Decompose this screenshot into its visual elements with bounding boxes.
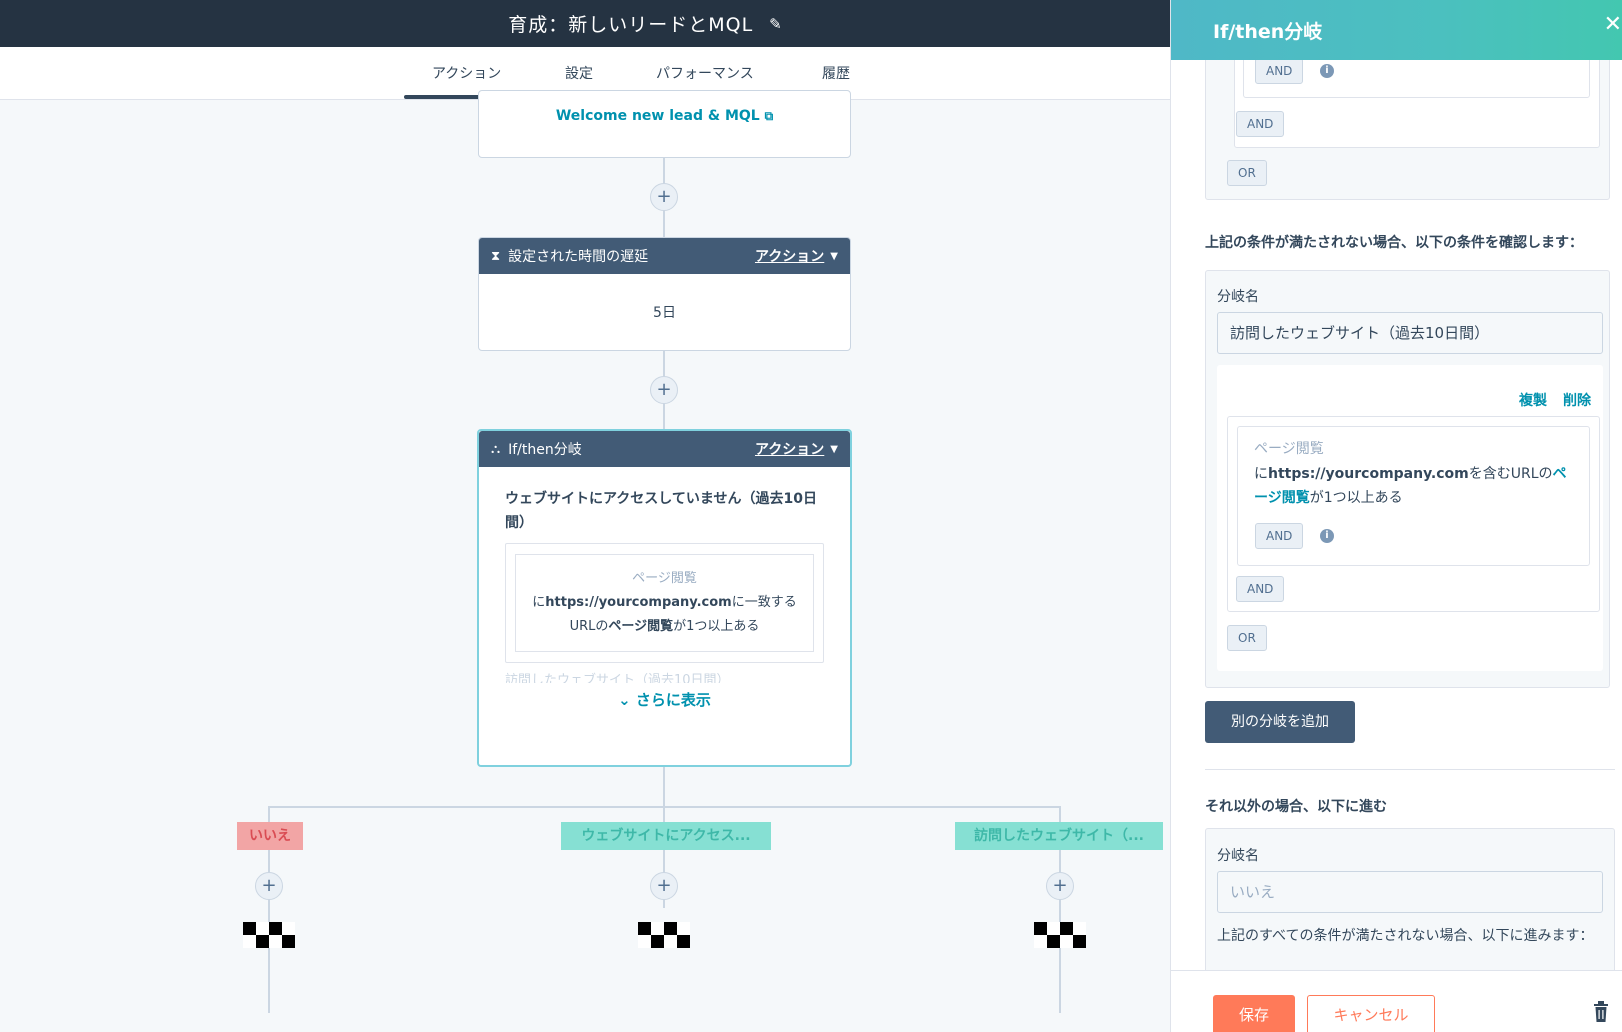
delete-link[interactable]: 削除 [1563,390,1591,410]
close-icon[interactable]: ✕ [1604,12,1622,37]
tab-actions[interactable]: アクション [432,63,501,83]
divider [1205,769,1615,770]
show-more-label[interactable]: さらに表示 [636,691,711,709]
add-action-button[interactable]: + [1046,872,1074,900]
info-icon[interactable]: i [1320,529,1334,543]
filter-description: にhttps://yourcompany.comを含むURLのページ閲覧が1つ以… [1254,462,1574,510]
delay-actions-menu[interactable]: アクション [755,246,824,266]
filter-description: にhttps://yourcompany.comに一致するURLのページ閲覧が1… [526,591,803,639]
send-email-card[interactable]: Welcome new lead & MQL ⧉ [478,90,851,158]
email-link[interactable]: Welcome new lead & MQL ⧉ [479,108,850,124]
filter-type: ページ閲覧 [632,571,697,586]
branch-actions-menu[interactable]: アクション [755,439,824,459]
caret-down-icon[interactable]: ▼ [830,444,838,455]
show-more-link[interactable]: ⌄ さらに表示 [505,689,824,710]
duplicate-link[interactable]: 複製 [1519,390,1547,410]
panel-footer: 保存 キャンセル [1171,970,1622,1032]
otherwise-heading: それ以外の場合、以下に進む [1205,799,1387,815]
tab-performance[interactable]: パフォーマンス [656,63,754,83]
branch-name-input[interactable]: 訪問したウェブサイト（過去10日間） [1217,312,1603,354]
branch-tag-no[interactable]: いいえ [237,822,303,850]
info-icon[interactable]: i [1320,64,1334,78]
caret-down-icon[interactable]: ▼ [830,251,838,262]
external-link-icon: ⧉ [764,109,774,123]
chevron-down-icon: ⌄ [618,691,631,709]
branch-icon: ⛬ [491,441,501,457]
filter-url: https://yourcompany.com [545,595,732,610]
branch-connector [268,806,1061,808]
filter-card: ページ閲覧 にhttps://yourcompany.comに一致するURLのペ… [515,554,814,652]
filter-mid: を含むURLの [1468,466,1553,482]
add-action-button[interactable]: + [255,872,283,900]
filter-prefix: に [532,595,546,610]
workflow-title[interactable]: 育成：新しいリードとMQL [508,10,753,37]
otherwise-note: 上記のすべての条件が満たされない場合、以下に進みます： [1217,928,1594,944]
ifthen-branch-card[interactable]: ⛬ If/then分岐 アクション ▼ ウェブサイトにアクセスしていません（過去… [477,429,852,767]
panel-scroll-area[interactable]: AND i AND OR 上記の条件が満たされない場合、以下の条件を確認します：… [1171,60,1622,970]
filter-group: ページ閲覧 にhttps://yourcompany.comに一致するURLのペ… [505,543,824,663]
and-button[interactable]: AND [1255,523,1304,549]
trash-icon[interactable] [1593,1001,1609,1023]
branch-tag-website-access[interactable]: ウェブサイトにアクセス... [561,822,771,850]
branch-condition-title: ウェブサイトにアクセスしていません（過去10日間） [505,491,817,531]
delay-card[interactable]: ⧗ 設定された時間の遅延 アクション ▼ 5日 [478,237,851,351]
filter-suffix: が1つ以上ある [1309,490,1403,506]
hourglass-icon: ⧗ [491,248,501,264]
end-flag-icon [243,922,295,948]
end-flag-icon [638,922,690,948]
delay-label: 設定された時間の遅延 [508,249,649,265]
filter-type: ページ閲覧 [1254,441,1324,457]
email-link-text[interactable]: Welcome new lead & MQL [556,108,760,124]
delay-card-header: ⧗ 設定された時間の遅延 アクション ▼ [479,238,850,274]
filter-suffix: が1つ以上ある [673,619,760,634]
tab-history[interactable]: 履歴 [822,63,850,83]
and-button[interactable]: AND [1236,576,1285,602]
panel-title: If/then分岐 [1213,20,1323,43]
cancel-button[interactable]: キャンセル [1307,995,1435,1032]
save-button[interactable]: 保存 [1213,995,1295,1032]
delay-value: 5日 [653,305,676,321]
otherwise-name-input[interactable]: いいえ [1217,871,1603,913]
workflow-canvas[interactable]: Welcome new lead & MQL ⧉ + ⧗ 設定された時間の遅延 … [0,90,1170,1032]
faded-next-branch: 訪問したウェブサイト（過去10日間） [505,673,730,683]
or-button[interactable]: OR [1227,625,1267,651]
add-action-button[interactable]: + [650,376,678,404]
pencil-icon[interactable]: ✎ [769,15,782,33]
filter-prefix: に [1254,466,1268,482]
filter-url: https://yourcompany.com [1268,466,1469,482]
and-button[interactable]: AND [1255,60,1304,84]
branch-label: If/then分岐 [508,442,582,458]
branch-tag-visited-website[interactable]: 訪問したウェブサイト（... [955,822,1163,850]
branch-name-label: 分岐名 [1217,289,1259,305]
branch-card-header: ⛬ If/then分岐 アクション ▼ [479,431,850,467]
otherwise-name-label: 分岐名 [1217,848,1259,864]
panel-header: If/then分岐 ✕ [1171,0,1622,60]
and-button[interactable]: AND [1236,111,1285,137]
end-flag-icon [1034,922,1086,948]
tab-settings[interactable]: 設定 [565,63,593,83]
or-button[interactable]: OR [1227,160,1267,186]
add-action-button[interactable]: + [650,872,678,900]
filter-bold: ページ閲覧 [608,619,674,634]
else-if-heading: 上記の条件が満たされない場合、以下の条件を確認します： [1205,235,1583,251]
add-action-button[interactable]: + [650,183,678,211]
workflow-header: 育成：新しいリードとMQL ✎ [0,0,1170,47]
branch-editor-panel: If/then分岐 ✕ AND i AND OR 上記の条件が満たされない場合、… [1170,0,1622,1032]
add-branch-button[interactable]: 別の分岐を追加 [1205,701,1355,743]
